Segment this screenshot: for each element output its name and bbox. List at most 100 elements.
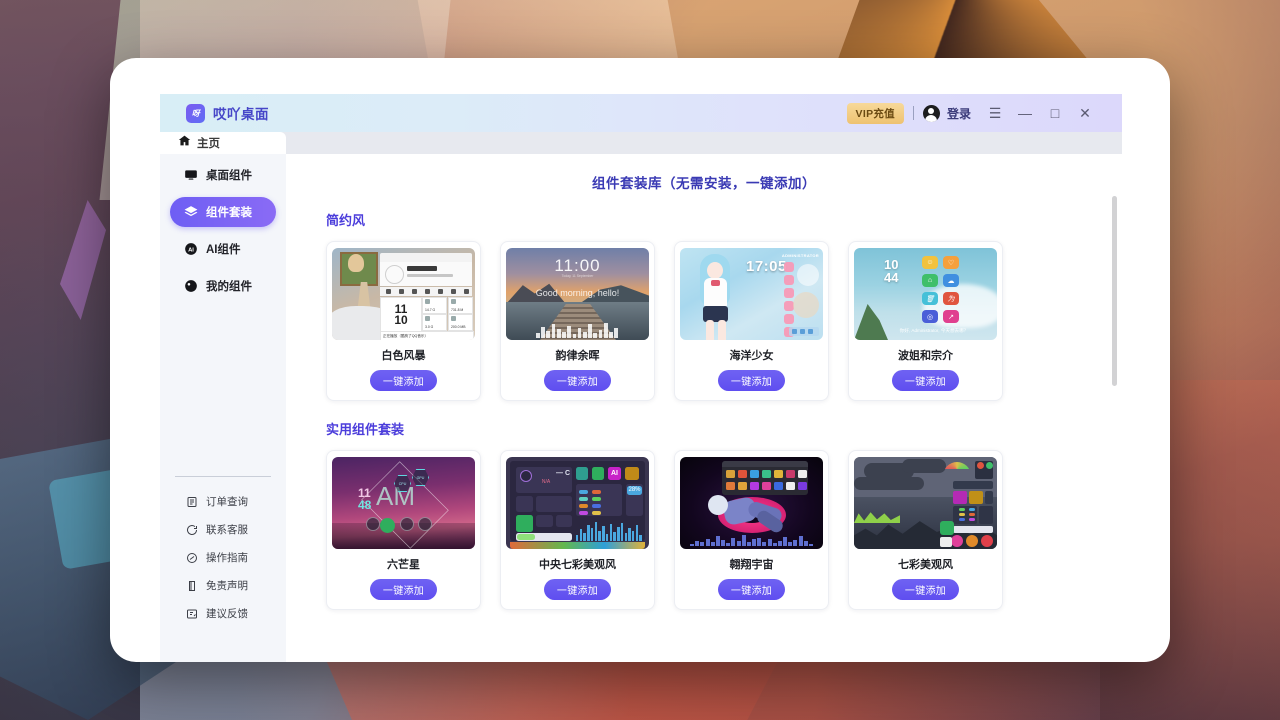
- one-click-add-button[interactable]: 一键添加: [544, 370, 611, 391]
- sidebar-link-label: 操作指南: [206, 550, 248, 565]
- content-area: 组件套装库（无需安装，一键添加） 简约风: [286, 154, 1122, 662]
- one-click-add-button[interactable]: 一键添加: [718, 579, 785, 600]
- suite-name: 翱翔宇宙: [730, 556, 774, 572]
- page-title: 组件套装库（无需安装，一键添加）: [286, 172, 1122, 192]
- suite-name: 海洋少女: [730, 347, 774, 363]
- thumb-message: 你好, Administrator, 今天想去哪？: [884, 328, 984, 334]
- suite-card[interactable]: — C N/A: [500, 450, 655, 610]
- thumb-cell-value: 3.0 G: [425, 325, 433, 329]
- suite-card[interactable]: 翱翔宇宙 一键添加: [674, 450, 829, 610]
- thumb-clock-min: 44: [884, 271, 898, 284]
- section-simple-style: 简约风: [326, 210, 1092, 401]
- sidebar-link-feedback[interactable]: 建议反馈: [160, 606, 286, 621]
- content-scrollbar-thumb[interactable]: [1112, 196, 1117, 386]
- suite-name: 白色风暴: [382, 347, 426, 363]
- sidebar-item-my-widgets[interactable]: 我的组件: [170, 271, 276, 301]
- divider: [913, 106, 914, 120]
- suite-card[interactable]: 11 10 14.7 G 731.8 M 3.0 G 200.0 MB 正在播放…: [326, 241, 481, 401]
- suite-thumbnail: 10 44 ☺♡ ⌂☁ 🗑为 ◎↗ 你好, Administrator, 今天想…: [854, 248, 997, 340]
- app-title: 哎吖桌面: [213, 103, 269, 123]
- one-click-add-button[interactable]: 一键添加: [718, 370, 785, 391]
- ai-icon: AI: [184, 242, 198, 256]
- sidebar-links: 订单查询 联系客服 操作指南: [160, 494, 286, 621]
- login-button[interactable]: 登录: [947, 105, 971, 122]
- sidebar-link-label: 建议反馈: [206, 606, 248, 621]
- one-click-add-button[interactable]: 一键添加: [892, 579, 959, 600]
- suite-name: 中央七彩美观风: [539, 556, 616, 572]
- thumb-clock-min: 48: [358, 499, 371, 511]
- app-logo-icon: 呀: [186, 104, 205, 123]
- title-bar: 呀 哎吖桌面 VIP充值 登录 ☰ — □ ✕: [160, 94, 1122, 132]
- thumb-percent: 28%: [627, 486, 642, 495]
- suite-thumbnail: [854, 457, 997, 549]
- thumb-time: 11:00: [506, 256, 649, 276]
- one-click-add-button[interactable]: 一键添加: [544, 579, 611, 600]
- sidebar: 桌面组件 组件套装 AI AI组件: [160, 154, 286, 662]
- card-row: 11 10 14.7 G 731.8 M 3.0 G 200.0 MB 正在播放…: [326, 241, 1092, 401]
- sidebar-link-order-query[interactable]: 订单查询: [160, 494, 286, 509]
- one-click-add-button[interactable]: 一键添加: [370, 370, 437, 391]
- suite-card[interactable]: 11:00 Today, 11 September Good morning, …: [500, 241, 655, 401]
- maximize-icon[interactable]: □: [1040, 98, 1070, 128]
- suite-name: 六芒星: [387, 556, 420, 572]
- suite-thumbnail: — C N/A: [506, 457, 649, 549]
- sidebar-nav: 桌面组件 组件套装 AI AI组件: [160, 154, 286, 301]
- minimize-icon[interactable]: —: [1010, 98, 1040, 128]
- sidebar-link-label: 订单查询: [206, 494, 248, 509]
- thumb-time-sub: Today, 11 September: [506, 274, 649, 278]
- layers-icon: [184, 205, 198, 219]
- sidebar-link-label: 联系客服: [206, 522, 248, 537]
- card-row: AM 11 48 CPU GPU 六芒星 一键添加: [326, 450, 1092, 610]
- suite-name: 七彩美观风: [898, 556, 953, 572]
- app-window: 呀 哎吖桌面 VIP充值 登录 ☰ — □ ✕ 主页: [110, 58, 1170, 662]
- suite-card[interactable]: ADMINISTRATOR 17:05 海洋少女 一键添加: [674, 241, 829, 401]
- suite-thumbnail: 11:00 Today, 11 September Good morning, …: [506, 248, 649, 340]
- sidebar-item-ai-widgets[interactable]: AI AI组件: [170, 234, 276, 264]
- disclaimer-icon: [186, 580, 198, 592]
- tab-strip: 主页: [160, 132, 1122, 154]
- sidebar-item-label: 组件套装: [206, 204, 252, 220]
- thumb-now-playing: 正在播放（酷狗了QQ音乐）: [383, 334, 428, 339]
- svg-text:AI: AI: [188, 247, 194, 253]
- brand: 呀 哎吖桌面: [186, 103, 269, 123]
- suite-card[interactable]: 七彩美观风 一键添加: [848, 450, 1003, 610]
- thumb-cell-value: 731.8 M: [451, 308, 463, 312]
- thumb-na: N/A: [532, 479, 560, 485]
- guide-icon: [186, 552, 198, 564]
- suite-thumbnail: AM 11 48 CPU GPU: [332, 457, 475, 549]
- sidebar-item-widget-suites[interactable]: 组件套装: [170, 197, 276, 227]
- one-click-add-button[interactable]: 一键添加: [892, 370, 959, 391]
- sidebar-item-desktop-widgets[interactable]: 桌面组件: [170, 160, 276, 190]
- sidebar-item-label: AI组件: [206, 241, 241, 257]
- suite-thumbnail: ADMINISTRATOR 17:05: [680, 248, 823, 340]
- sidebar-link-label: 免责声明: [206, 578, 248, 593]
- suite-thumbnail: 11 10 14.7 G 731.8 M 3.0 G 200.0 MB 正在播放…: [332, 248, 475, 340]
- vip-recharge-button[interactable]: VIP充值: [847, 103, 904, 124]
- thumb-cell-value: 200.0 MB: [451, 325, 466, 329]
- thumb-admin-label: ADMINISTRATOR: [782, 253, 819, 258]
- suite-card[interactable]: 10 44 ☺♡ ⌂☁ 🗑为 ◎↗ 你好, Administrator, 今天想…: [848, 241, 1003, 401]
- suite-card[interactable]: AM 11 48 CPU GPU 六芒星 一键添加: [326, 450, 481, 610]
- thumb-ai-badge: AI: [608, 467, 621, 480]
- thumb-greeting: Good morning, hello!: [506, 288, 649, 298]
- section-title: 实用组件套装: [326, 419, 1092, 438]
- sidebar-divider: [175, 476, 271, 477]
- sidebar-link-guide[interactable]: 操作指南: [160, 550, 286, 565]
- hamburger-menu-icon[interactable]: ☰: [980, 98, 1010, 128]
- sidebar-link-disclaimer[interactable]: 免责声明: [160, 578, 286, 593]
- thumb-clock-min: 10: [394, 315, 407, 326]
- close-icon[interactable]: ✕: [1070, 98, 1100, 128]
- feedback-icon: [186, 608, 198, 620]
- avatar[interactable]: [923, 105, 940, 122]
- suite-name: 韵律余晖: [556, 347, 600, 363]
- thumb-time: 17:05: [746, 258, 787, 275]
- tab-home[interactable]: 主页: [160, 132, 286, 154]
- one-click-add-button[interactable]: 一键添加: [370, 579, 437, 600]
- sidebar-item-label: 我的组件: [206, 278, 252, 294]
- widget-icon: [184, 168, 198, 182]
- suite-name: 波姐和宗介: [898, 347, 953, 363]
- section-practical-suites: 实用组件套装 AM 11 48 CPU GPU: [326, 419, 1092, 610]
- home-icon: [178, 134, 191, 152]
- sidebar-link-contact-support[interactable]: 联系客服: [160, 522, 286, 537]
- tab-home-label: 主页: [197, 135, 220, 151]
